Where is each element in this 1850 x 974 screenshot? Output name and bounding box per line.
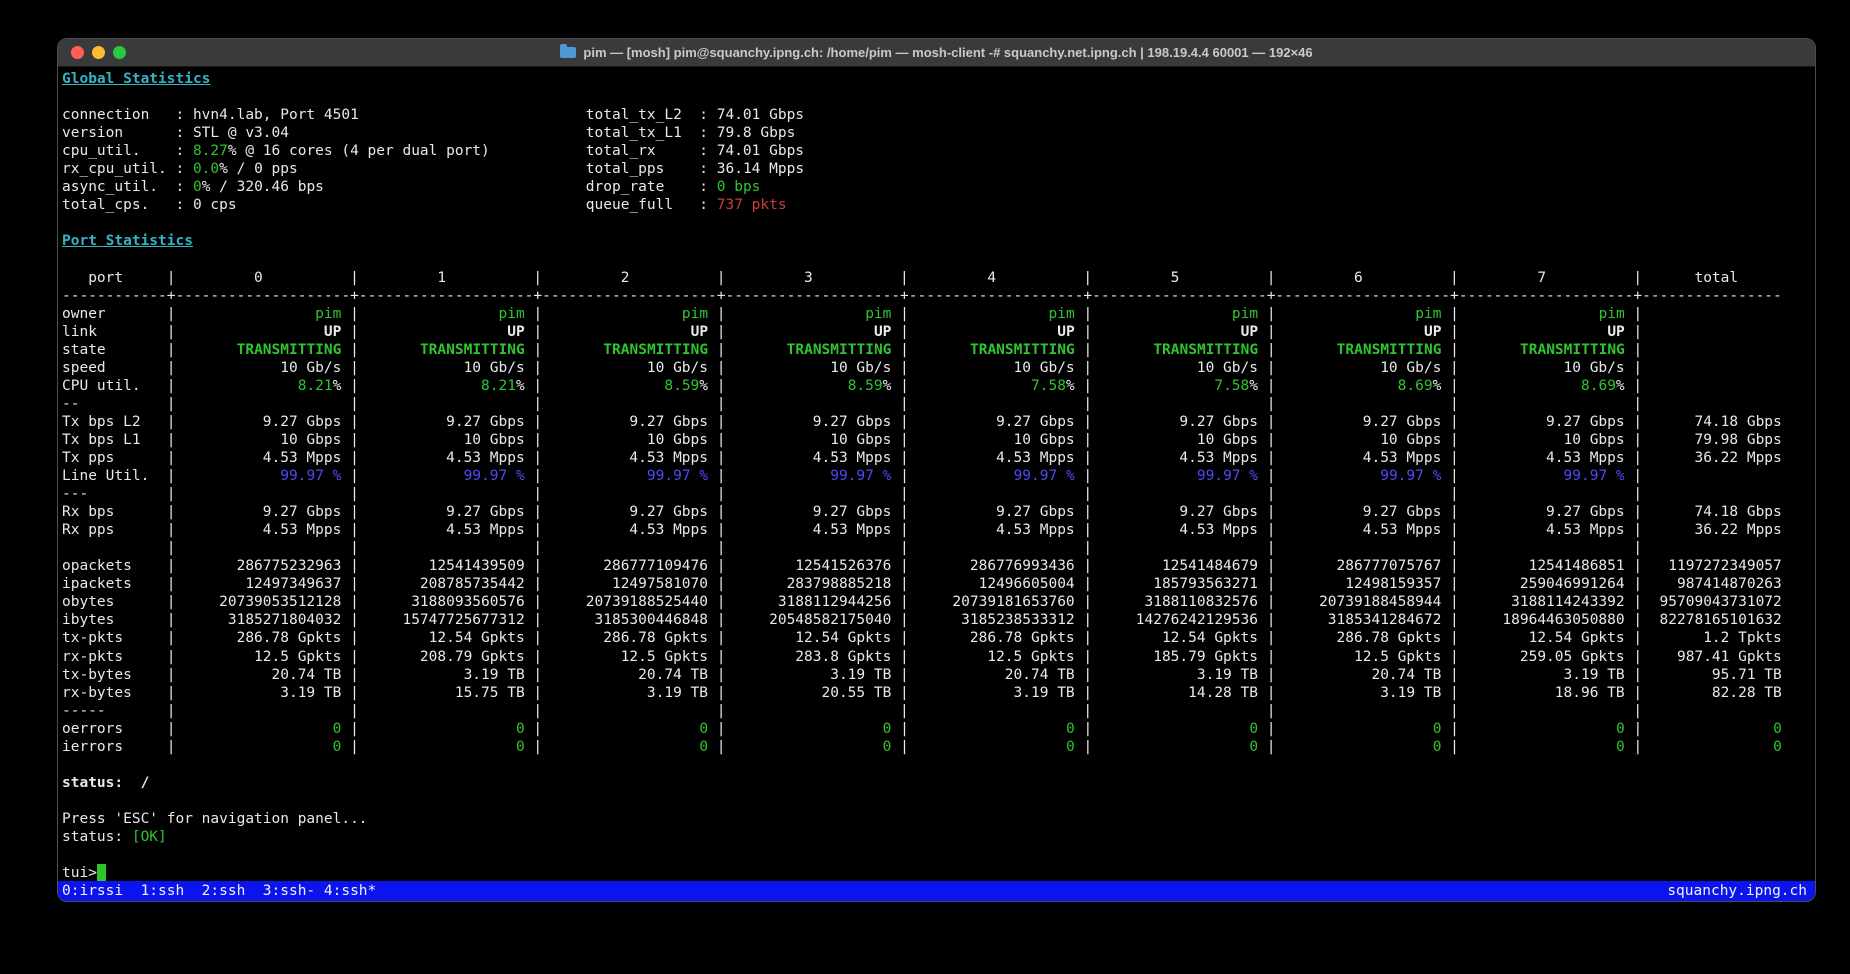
terminal-line: Tx pps | 4.53 Mpps | 4.53 Mpps | 4.53 Mp… [62, 449, 1815, 467]
terminal-line: Port Statistics [62, 232, 1815, 250]
terminal-line: Rx bps | 9.27 Gbps | 9.27 Gbps | 9.27 Gb… [62, 503, 1815, 521]
terminal-line: total_cps. : 0 cps queue_full : 737 pkts [62, 196, 1815, 214]
window-titlebar[interactable]: pim — [mosh] pim@squanchy.ipng.ch: /home… [58, 39, 1815, 67]
zoom-button[interactable] [113, 46, 126, 59]
terminal-line: | | | | | | | | | [62, 539, 1815, 557]
terminal-line [62, 88, 1815, 106]
terminal-line: obytes | 20739053512128 | 3188093560576 … [62, 593, 1815, 611]
terminal-line: link | UP | UP | UP | UP | UP | UP | UP … [62, 323, 1815, 341]
terminal-line: ierrors | 0 | 0 | 0 | 0 | 0 | 0 | 0 | 0 … [62, 738, 1815, 756]
terminal-line: version : STL @ v3.04 total_tx_L1 : 79.8… [62, 124, 1815, 142]
terminal-line: oerrors | 0 | 0 | 0 | 0 | 0 | 0 | 0 | 0 … [62, 720, 1815, 738]
terminal-line [62, 756, 1815, 774]
terminal-line: tui> [62, 864, 1815, 881]
terminal-screen[interactable]: Global Statistics connection : hvn4.lab,… [58, 67, 1815, 881]
terminal-line: async_util. : 0% / 320.46 bps drop_rate … [62, 178, 1815, 196]
terminal-line: tx-bytes | 20.74 TB | 3.19 TB | 20.74 TB… [62, 666, 1815, 684]
terminal-line: ipackets | 12497349637 | 208785735442 | … [62, 575, 1815, 593]
tmux-status-bar: 0:irssi 1:ssh 2:ssh 3:ssh- 4:ssh* squanc… [58, 881, 1815, 901]
window-title-text: pim — [mosh] pim@squanchy.ipng.ch: /home… [583, 45, 1312, 60]
terminal-line [62, 792, 1815, 810]
terminal-cursor [97, 864, 106, 881]
tmux-window-list[interactable]: 0:irssi 1:ssh 2:ssh 3:ssh- 4:ssh* [62, 881, 376, 901]
terminal-line [62, 250, 1815, 268]
terminal-line: --- | | | | | | | | | [62, 485, 1815, 503]
terminal-line: ------------+--------------------+------… [62, 287, 1815, 305]
terminal-line: Line Util. | 99.97 % | 99.97 % | 99.97 %… [62, 467, 1815, 485]
terminal-line: Tx bps L2 | 9.27 Gbps | 9.27 Gbps | 9.27… [62, 413, 1815, 431]
desktop-background: pim — [mosh] pim@squanchy.ipng.ch: /home… [0, 0, 1850, 974]
terminal-line: opackets | 286775232963 | 12541439509 | … [62, 557, 1815, 575]
terminal-line: status: [OK] [62, 828, 1815, 846]
terminal-line: owner | pim | pim | pim | pim | pim | pi… [62, 305, 1815, 323]
terminal-line: CPU util. | 8.21% | 8.21% | 8.59% | 8.59… [62, 377, 1815, 395]
terminal-line: speed | 10 Gb/s | 10 Gb/s | 10 Gb/s | 10… [62, 359, 1815, 377]
terminal-line: connection : hvn4.lab, Port 4501 total_t… [62, 106, 1815, 124]
traffic-lights [71, 39, 126, 66]
tmux-hostname: squanchy.ipng.ch [1667, 881, 1807, 901]
close-button[interactable] [71, 46, 84, 59]
terminal-line: rx-pkts | 12.5 Gpkts | 208.79 Gpkts | 12… [62, 648, 1815, 666]
terminal-line: cpu_util. : 8.27% @ 16 cores (4 per dual… [62, 142, 1815, 160]
terminal-line [62, 214, 1815, 232]
terminal-line: state | TRANSMITTING | TRANSMITTING | TR… [62, 341, 1815, 359]
terminal-line: ----- | | | | | | | | | [62, 702, 1815, 720]
terminal-line: Press 'ESC' for navigation panel... [62, 810, 1815, 828]
terminal-line: rx-bytes | 3.19 TB | 15.75 TB | 3.19 TB … [62, 684, 1815, 702]
minimize-button[interactable] [92, 46, 105, 59]
terminal-line: Global Statistics [62, 70, 1815, 88]
terminal-window: pim — [mosh] pim@squanchy.ipng.ch: /home… [57, 38, 1816, 902]
folder-icon [560, 47, 576, 58]
terminal-line: port | 0 | 1 | 2 | 3 | 4 | 5 | 6 | 7 | t… [62, 269, 1815, 287]
terminal-line: rx_cpu_util. : 0.0% / 0 pps total_pps : … [62, 160, 1815, 178]
window-title: pim — [mosh] pim@squanchy.ipng.ch: /home… [560, 45, 1312, 60]
terminal-line: status: / [62, 774, 1815, 792]
terminal-line: Tx bps L1 | 10 Gbps | 10 Gbps | 10 Gbps … [62, 431, 1815, 449]
terminal-line [62, 846, 1815, 864]
terminal-line: Rx pps | 4.53 Mpps | 4.53 Mpps | 4.53 Mp… [62, 521, 1815, 539]
terminal-line: tx-pkts | 286.78 Gpkts | 12.54 Gpkts | 2… [62, 629, 1815, 647]
terminal-line: ibytes | 3185271804032 | 15747725677312 … [62, 611, 1815, 629]
terminal-line: -- | | | | | | | | | [62, 395, 1815, 413]
